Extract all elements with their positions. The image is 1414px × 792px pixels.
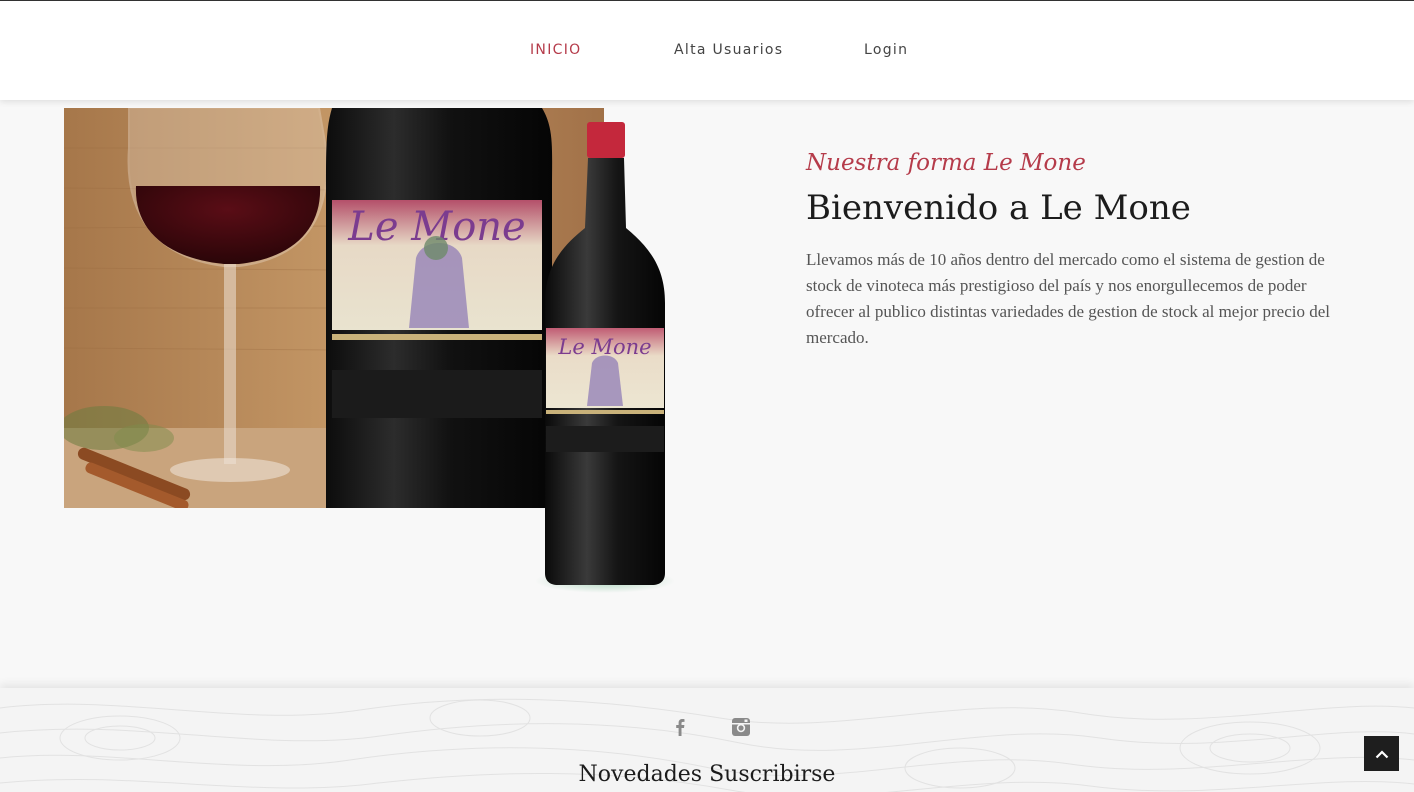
- hero-wine-photo: Le Mone: [64, 108, 604, 508]
- hero-kicker: Nuestra forma Le Mone: [806, 150, 1086, 176]
- main-navbar: INICIO Alta Usuarios Login: [0, 1, 1414, 100]
- page-title: Bienvenido a Le Mone: [806, 188, 1191, 228]
- nav-link-inicio[interactable]: INICIO: [530, 42, 581, 58]
- footer: Novedades Suscribirse: [0, 688, 1414, 792]
- bottle-label-text: Le Mone: [557, 335, 651, 359]
- back-to-top-button[interactable]: [1364, 736, 1399, 771]
- nav-link-login[interactable]: Login: [864, 42, 908, 58]
- newsletter-title: Novedades Suscribirse: [578, 762, 836, 787]
- hero-description: Llevamos más de 10 años dentro del merca…: [806, 250, 1330, 347]
- chevron-up-icon: [1375, 749, 1388, 758]
- facebook-icon[interactable]: [669, 716, 691, 738]
- instagram-icon[interactable]: [730, 716, 752, 738]
- wine-bottle-image: Le Mone: [530, 118, 680, 598]
- nav-link-alta-usuarios[interactable]: Alta Usuarios: [674, 42, 783, 58]
